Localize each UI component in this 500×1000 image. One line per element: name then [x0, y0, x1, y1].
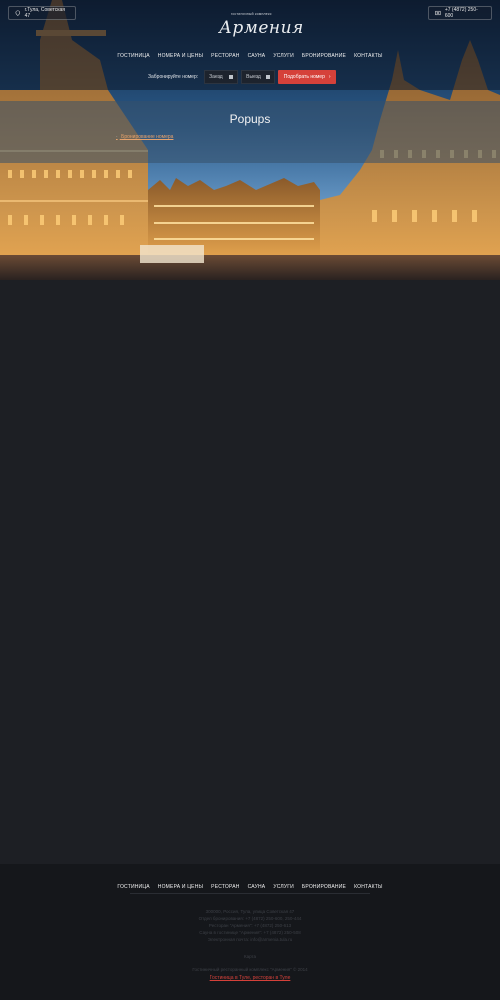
footer-nav-contacts[interactable]: КОНТАКТЫ: [350, 884, 387, 890]
nav-item-services[interactable]: УСЛУГИ: [269, 53, 298, 59]
main-nav: ГОСТИНИЦА НОМЕРА И ЦЕНЫ РЕСТОРАН САУНА У…: [0, 53, 500, 59]
logo-tagline: гостиничный комплекс: [231, 12, 272, 16]
checkout-placeholder: Выезд: [246, 74, 261, 80]
nav-item-contacts[interactable]: КОНТАКТЫ: [350, 53, 387, 59]
copyright-text: Гостиничный ресторанный комплекс "Армени…: [192, 967, 308, 972]
page-title-bar: [0, 101, 500, 163]
phone-icon: [435, 10, 441, 16]
footer-sitemap-link[interactable]: Карта: [0, 954, 500, 959]
checkin-placeholder: Заезд: [209, 74, 223, 80]
address-badge: г.Тула, Советская 47: [8, 6, 76, 20]
find-room-button[interactable]: Подобрать номер ›: [278, 70, 337, 84]
checkin-field[interactable]: Заезд: [204, 70, 239, 84]
hotel-logo[interactable]: гостиничный комплекс Армения: [205, 9, 303, 41]
calendar-icon: [229, 75, 234, 79]
breadcrumb-link[interactable]: Бронирование номера: [121, 134, 173, 140]
nav-item-rooms[interactable]: НОМЕРА И ЦЕНЫ: [154, 53, 207, 59]
phone-text: +7 (4872) 250-600: [444, 7, 478, 19]
footer-nav-sauna[interactable]: САУНА: [244, 884, 270, 890]
nav-item-sauna[interactable]: САУНА: [244, 53, 270, 59]
booking-form: Забронируйте номер: Заезд Выезд Подобрат…: [148, 70, 337, 84]
logo-name: Армения: [219, 18, 304, 38]
calendar-icon: [266, 75, 271, 79]
address-text: г.Тула, Советская 47: [24, 7, 65, 19]
find-room-label: Подобрать номер: [283, 74, 325, 80]
footer-nav: ГОСТИНИЦА НОМЕРА И ЦЕНЫ РЕСТОРАН САУНА У…: [0, 884, 500, 890]
footer-restaurant-phone: Ресторан "Армения": +7 (4872) 250-613: [208, 923, 292, 928]
map-pin-icon: [15, 10, 21, 16]
footer-nav-restaurant[interactable]: РЕСТОРАН: [207, 884, 243, 890]
footer-address: 300000, Россия, Тула, улица Советская 47: [205, 909, 295, 914]
footer-nav-hotel[interactable]: ГОСТИНИЦА: [113, 884, 153, 890]
page-title: Popups: [229, 112, 271, 126]
footer-seo-link[interactable]: Гостиница в Туле, ресторан в Туле: [0, 975, 500, 981]
nav-item-hotel[interactable]: ГОСТИНИЦА: [113, 53, 153, 59]
footer-nav-services[interactable]: УСЛУГИ: [269, 884, 298, 890]
main-content: [0, 280, 500, 864]
breadcrumb-bullet-icon: ·: [116, 134, 118, 140]
footer-nav-booking[interactable]: БРОНИРОВАНИЕ: [298, 884, 350, 890]
footer-sauna-phone: Сауна в гостинице "Армения": +7 (4872) 2…: [199, 930, 301, 935]
footer-booking-phone: Отдел бронирования: +7 (4872) 250-600, 2…: [198, 916, 302, 921]
footer-nav-rooms[interactable]: НОМЕРА И ЦЕНЫ: [154, 884, 207, 890]
checkout-field[interactable]: Выезд: [241, 70, 276, 84]
footer-divider: [130, 893, 370, 894]
phone-badge[interactable]: +7 (4872) 250-600: [428, 6, 492, 20]
nav-item-booking[interactable]: БРОНИРОВАНИЕ: [298, 53, 350, 59]
booking-label: Забронируйте номер:: [148, 74, 199, 80]
nav-item-restaurant[interactable]: РЕСТОРАН: [207, 53, 243, 59]
breadcrumb: · Бронирование номера: [116, 134, 173, 140]
chevron-right-icon: ›: [328, 74, 331, 80]
footer-email[interactable]: Электронная почта: info@armenia.tula.ru: [0, 937, 500, 942]
